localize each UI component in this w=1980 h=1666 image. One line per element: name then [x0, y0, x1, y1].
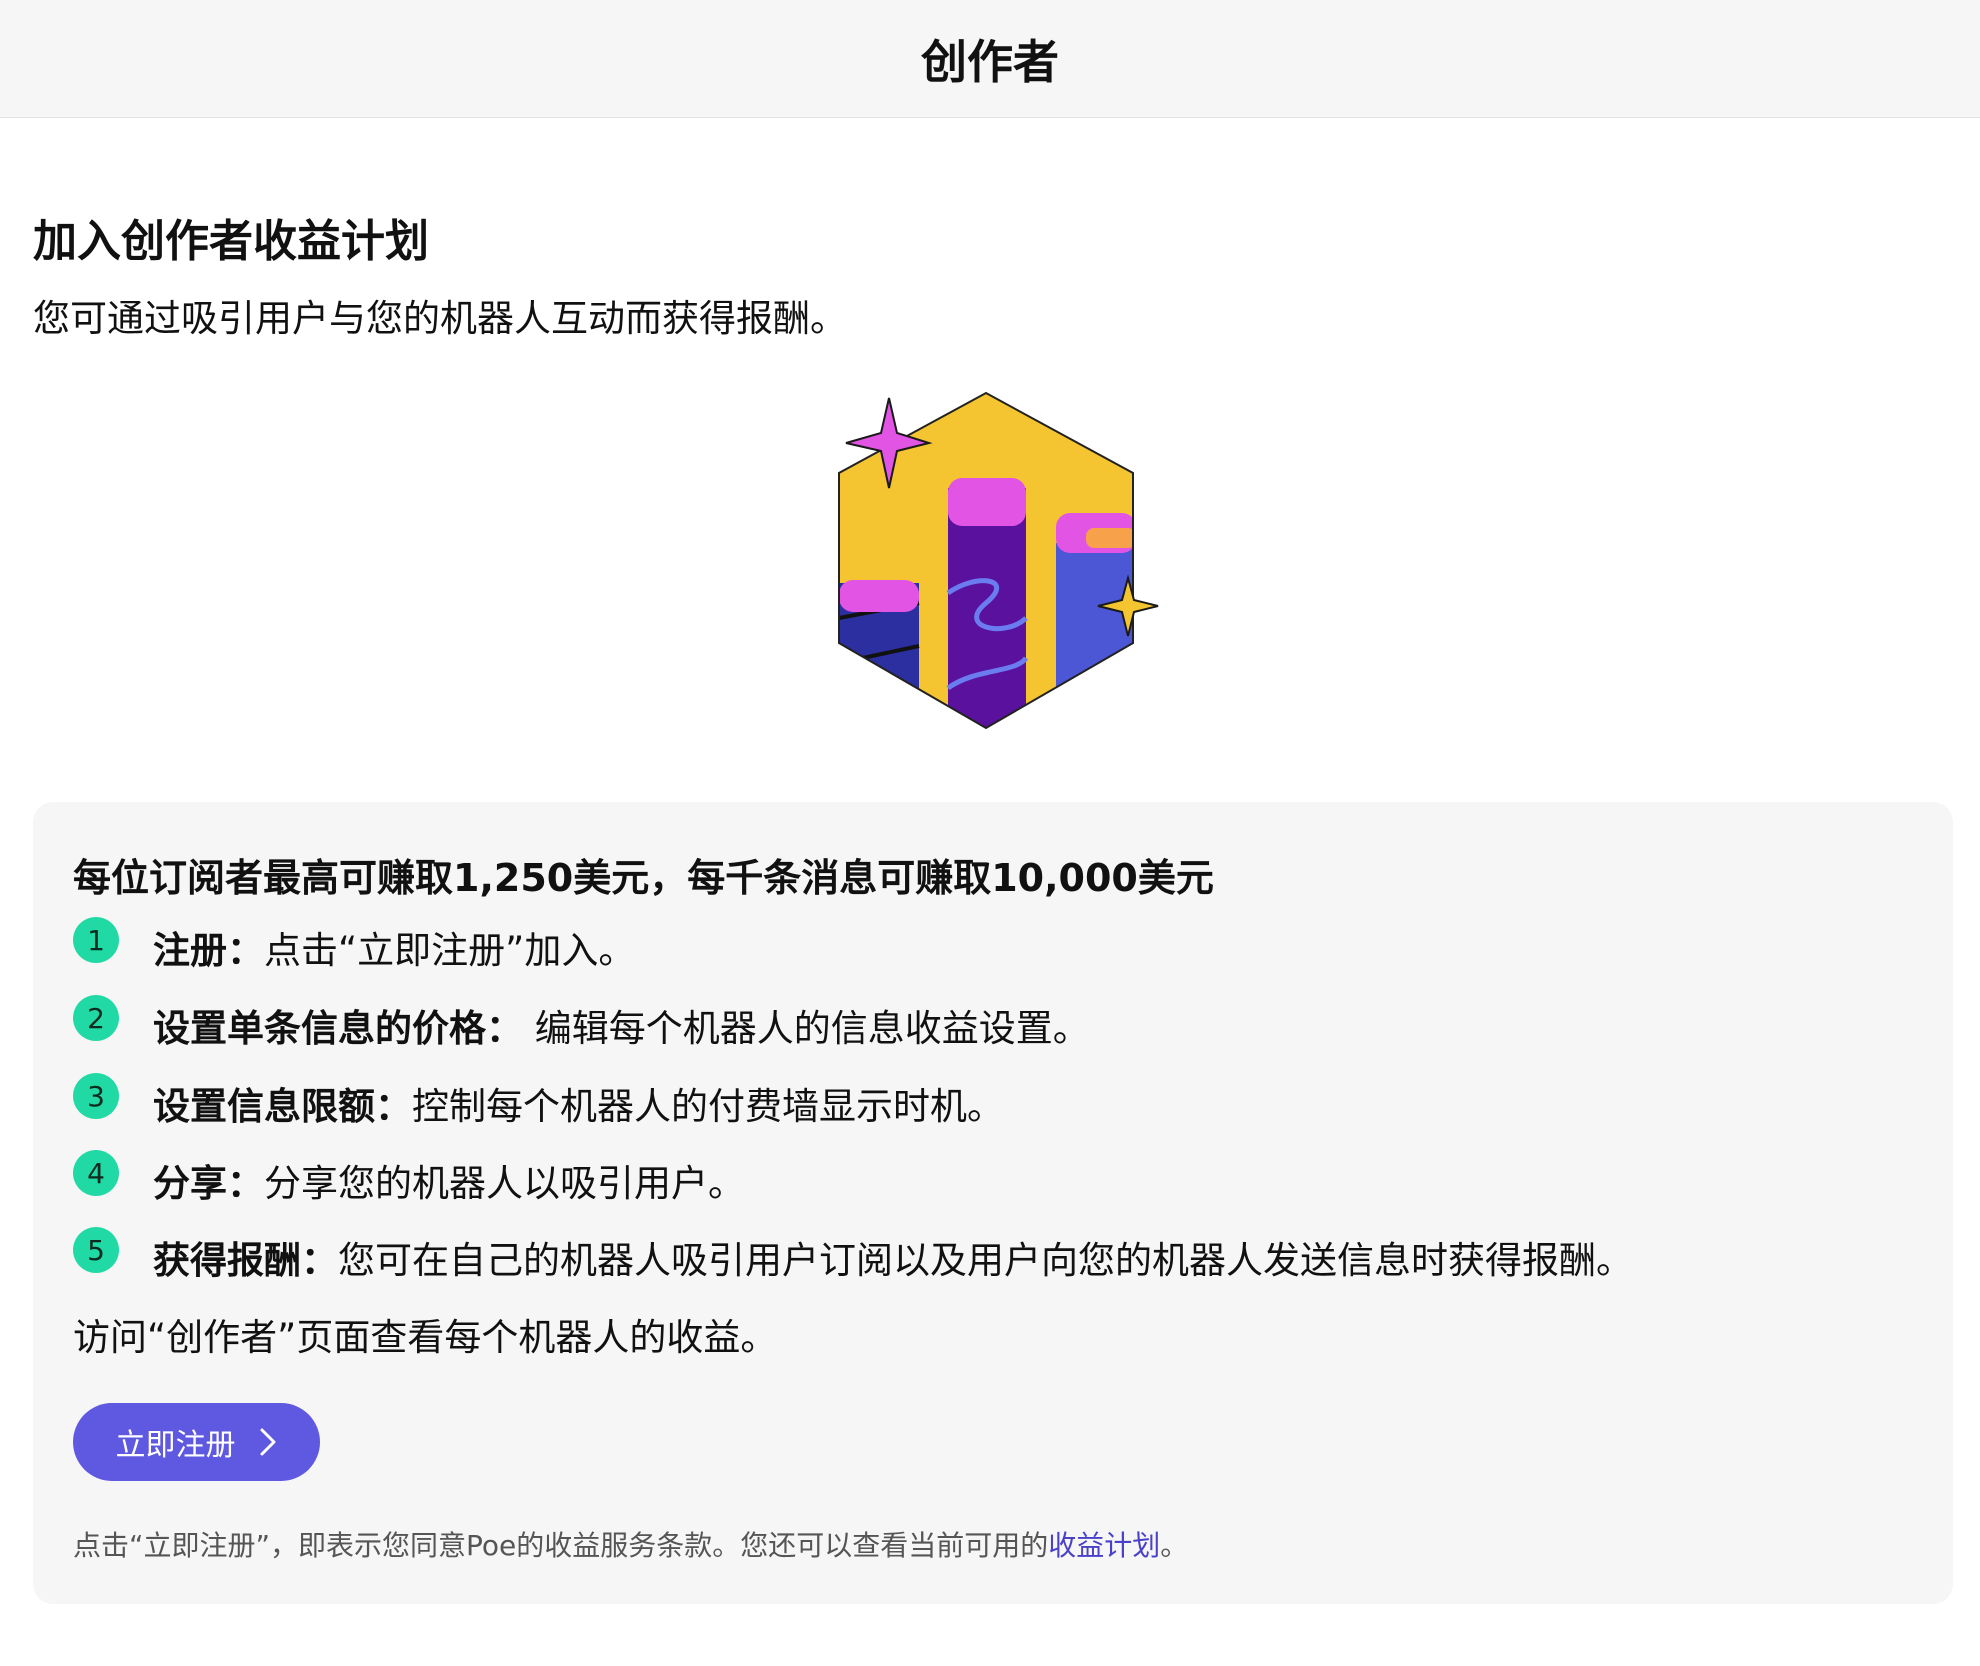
top-bar: 创作者 — [0, 0, 1980, 118]
earnings-card: 每位订阅者最高可赚取1,250美元，每千条消息可赚取10,000美元 1 注册：… — [33, 802, 1953, 1604]
chevron-right-icon — [260, 1428, 275, 1456]
step-title: 分享： — [153, 1162, 264, 1205]
signup-button[interactable]: 立即注册 — [73, 1403, 320, 1481]
earnings-plan-link[interactable]: 收益计划 — [1048, 1529, 1160, 1562]
step-title: 注册： — [153, 929, 264, 972]
program-subtitle: 您可通过吸引用户与您的机器人互动而获得报酬。 — [33, 297, 847, 340]
terms-text: 点击“立即注册”，即表示您同意Poe的收益服务条款。您还可以查看当前可用的 — [73, 1529, 1049, 1562]
signup-button-label: 立即注册 — [115, 1429, 236, 1462]
step-item: 3 设置信息限额： 控制每个机器人的付费墙显示时机。 — [73, 1073, 1004, 1128]
step-description: 控制每个机器人的付费墙显示时机。 — [412, 1085, 1004, 1128]
step-description: 编辑每个机器人的信息收益设置。 — [523, 1007, 1090, 1050]
step-description: 您可在自己的机器人吸引用户订阅以及用户向您的机器人发送信息时获得报酬。 — [338, 1239, 1633, 1282]
step-number-badge: 5 — [73, 1227, 119, 1273]
step-title: 设置单条信息的价格： — [153, 1007, 523, 1050]
step-description: 分享您的机器人以吸引用户。 — [264, 1162, 745, 1205]
terms-notice: 点击“立即注册”，即表示您同意Poe的收益服务条款。您还可以查看当前可用的收益计… — [73, 1524, 1188, 1564]
step-item: 2 设置单条信息的价格： 编辑每个机器人的信息收益设置。 — [73, 995, 1090, 1050]
step-number-badge: 4 — [73, 1150, 119, 1196]
step-number-badge: 3 — [73, 1073, 119, 1119]
step-number-badge: 2 — [73, 995, 119, 1041]
visit-creators-text: 访问“创作者”页面查看每个机器人的收益。 — [73, 1316, 778, 1359]
earnings-bar-chart-illustration — [838, 391, 1159, 730]
page-title: 创作者 — [921, 34, 1059, 89]
step-number-badge: 1 — [73, 917, 119, 963]
step-title: 设置信息限额： — [153, 1085, 412, 1128]
step-item: 5 获得报酬： 您可在自己的机器人吸引用户订阅以及用户向您的机器人发送信息时获得… — [73, 1227, 1633, 1282]
step-description: 点击“立即注册”加入。 — [264, 929, 636, 972]
terms-end: 。 — [1160, 1529, 1189, 1562]
earnings-headline: 每位订阅者最高可赚取1,250美元，每千条消息可赚取10,000美元 — [73, 856, 1214, 900]
program-heading: 加入创作者收益计划 — [33, 216, 429, 267]
step-item: 4 分享： 分享您的机器人以吸引用户。 — [73, 1150, 745, 1205]
step-item: 1 注册： 点击“立即注册”加入。 — [73, 917, 636, 972]
step-title: 获得报酬： — [153, 1239, 338, 1282]
